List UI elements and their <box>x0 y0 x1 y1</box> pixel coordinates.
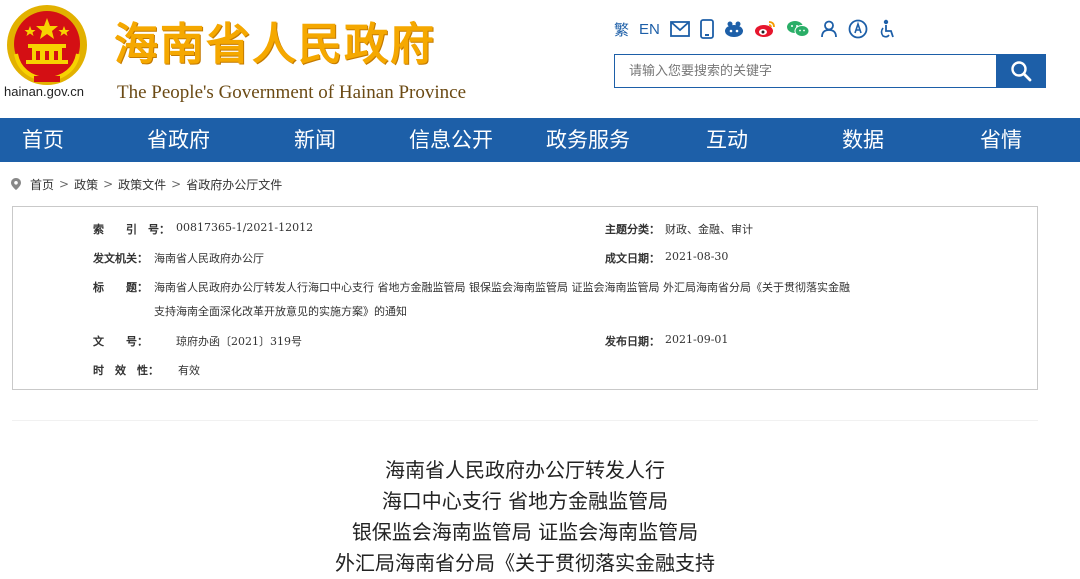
issuer-label: 发文机关： <box>93 252 148 265</box>
breadcrumb-home[interactable]: 首页 <box>30 176 54 193</box>
document-metadata: 索 引 号： 00817365-1/2021-12012 主题分类： 财政、金融… <box>12 206 1038 390</box>
publish-date-value: 2021-09-01 <box>665 333 729 346</box>
site-title[interactable]: 海南省人民政府 <box>114 8 436 72</box>
document-title-line: 海南省人民政府办公厅转发人行 <box>385 458 665 482</box>
publish-date-label: 发布日期： <box>605 335 660 348</box>
main-nav: 首页 省政府 新闻 信息公开 政务服务 互动 数据 省情 <box>0 118 1080 162</box>
accessibility-icon[interactable] <box>848 18 868 40</box>
nav-news[interactable]: 新闻 <box>294 118 336 162</box>
index-label: 索 引 号： <box>93 223 170 236</box>
traditional-chinese-link[interactable]: 繁 <box>614 18 629 40</box>
mobile-icon[interactable] <box>699 18 714 40</box>
location-pin-icon <box>11 178 21 190</box>
content-divider <box>12 420 1038 421</box>
app-icon[interactable] <box>724 18 744 40</box>
nav-province-overview[interactable]: 省情 <box>980 118 1022 162</box>
validity-label: 时 效 性： <box>93 364 159 377</box>
search-icon <box>1010 61 1031 82</box>
nav-government-services[interactable]: 政务服务 <box>546 118 630 162</box>
written-date-label: 成文日期： <box>605 252 660 265</box>
index-value: 00817365-1/2021-12012 <box>176 221 314 234</box>
document-title-line: 海口中心支行 省地方金融监管局 <box>381 489 669 513</box>
written-date-value: 2021-08-30 <box>665 250 729 263</box>
wechat-icon[interactable] <box>786 18 810 40</box>
document-title-line: 银保监会海南监管局 证监会海南监管局 <box>351 520 699 544</box>
document-number-value: 琼府办函〔2021〕319号 <box>176 335 302 348</box>
breadcrumb-policy-documents[interactable]: 政策文件 <box>118 176 166 193</box>
site-header: hainan.gov.cn 海南省人民政府 The People's Gover… <box>0 0 1080 118</box>
topic-label: 主题分类： <box>605 223 660 236</box>
breadcrumb-policy[interactable]: 政策 <box>74 176 98 193</box>
topic-value: 财政、金融、审计 <box>665 223 753 236</box>
nav-home[interactable]: 首页 <box>22 118 64 162</box>
site-title-english: The People's Government of Hainan Provin… <box>117 82 467 103</box>
title-label: 标 题： <box>93 281 148 294</box>
site-domain: hainan.gov.cn <box>4 84 84 99</box>
breadcrumb-separator: > <box>103 177 114 191</box>
document-title: 海南省人民政府办公厅转发人行 海口中心支行 省地方金融监管局 银保监会海南监管局… <box>0 455 1050 579</box>
header-toolbar: 繁 EN <box>614 18 906 40</box>
nav-information-disclosure[interactable]: 信息公开 <box>409 118 493 162</box>
nav-data[interactable]: 数据 <box>842 118 884 162</box>
user-icon[interactable] <box>820 18 838 40</box>
national-emblem-icon[interactable] <box>6 4 88 86</box>
document-title-line: 外汇局海南省分局《关于贯彻落实金融支持 <box>335 551 715 575</box>
title-value-line2: 支持海南全面深化改革开放意见的实施方案》的通知 <box>154 305 407 318</box>
search-box <box>614 54 1046 88</box>
document-number-label: 文 号： <box>93 335 148 348</box>
nav-provincial-government[interactable]: 省政府 <box>147 118 210 162</box>
breadcrumb-separator: > <box>171 177 182 191</box>
title-value-line1: 海南省人民政府办公厅转发人行海口中心支行 省地方金融监管局 银保监会海南监管局 … <box>154 281 850 294</box>
issuer-value: 海南省人民政府办公厅 <box>154 252 264 265</box>
validity-value: 有效 <box>178 364 200 377</box>
weibo-icon[interactable] <box>754 18 776 40</box>
english-link[interactable]: EN <box>639 18 660 40</box>
search-button[interactable] <box>996 55 1045 87</box>
nav-interaction[interactable]: 互动 <box>706 118 748 162</box>
breadcrumb-separator: > <box>59 177 70 191</box>
elder-mode-icon[interactable] <box>878 18 896 40</box>
mail-icon[interactable] <box>669 18 690 40</box>
breadcrumb-office-documents[interactable]: 省政府办公厅文件 <box>186 176 282 193</box>
breadcrumb: 首页 > 政策 > 政策文件 > 省政府办公厅文件 <box>10 175 282 193</box>
search-input[interactable] <box>615 55 995 87</box>
